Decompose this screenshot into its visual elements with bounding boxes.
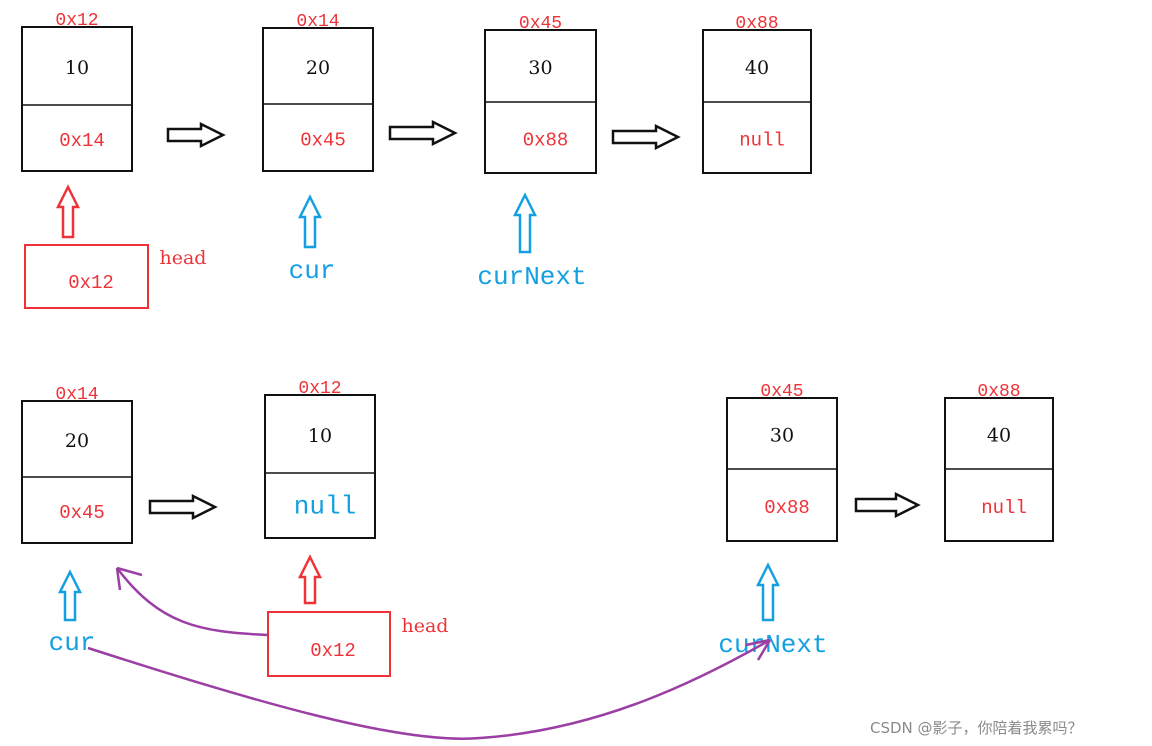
head-to-node-curve xyxy=(116,567,269,637)
node-value: 30 xyxy=(528,57,552,79)
node-next: 0x88 xyxy=(764,497,810,519)
next-arrow xyxy=(166,121,226,149)
next-arrow xyxy=(611,123,681,151)
cur-next-label: curNext xyxy=(718,630,827,660)
cur-pointer-arrow xyxy=(57,569,83,622)
node-value: 30 xyxy=(770,425,794,447)
node-address: 0x45 xyxy=(519,14,562,34)
head-value: 0x12 xyxy=(310,640,356,662)
linked-list-diagram: 0x12 10 0x14 0x14 20 0x45 0x45 30 0x88 0x88 40 null… xyxy=(0,0,1152,746)
node-next: 0x45 xyxy=(300,130,346,152)
cur-label: cur xyxy=(289,256,336,286)
head-label: head xyxy=(402,615,449,637)
node-next: null xyxy=(981,497,1027,519)
cur-next-pointer-arrow xyxy=(755,562,781,622)
node-address: 0x12 xyxy=(55,11,98,31)
node-value: 40 xyxy=(745,57,769,79)
next-arrow xyxy=(854,491,921,519)
node-address: 0x88 xyxy=(735,14,778,34)
head-value: 0x12 xyxy=(68,272,114,294)
node-address: 0x14 xyxy=(296,12,339,32)
cur-next-pointer-arrow xyxy=(512,192,538,254)
node-next: 0x45 xyxy=(59,502,105,524)
node-value: 10 xyxy=(65,57,89,79)
next-arrow xyxy=(148,493,218,521)
node-address: 0x14 xyxy=(55,385,98,405)
node-value: 40 xyxy=(987,425,1011,447)
node-value: 20 xyxy=(306,57,330,79)
cur-label: cur xyxy=(49,628,96,658)
node-next: 0x88 xyxy=(523,130,569,152)
cur-pointer-arrow xyxy=(297,194,323,249)
head-label: head xyxy=(160,247,207,269)
cur-next-label: curNext xyxy=(477,262,586,292)
diagram-canvas: 0x12 10 0x14 0x14 20 0x45 0x45 30 0x88 0x88 40 null… xyxy=(21,11,1054,740)
node-value: 20 xyxy=(65,430,89,452)
node-next: 0x14 xyxy=(59,130,105,152)
node-address: 0x88 xyxy=(977,382,1020,402)
node-value: 10 xyxy=(308,425,332,447)
node-next: null xyxy=(739,130,785,152)
head-pointer-arrow xyxy=(55,184,81,239)
node-address: 0x12 xyxy=(298,379,341,399)
node-next: null xyxy=(294,492,356,522)
next-arrow xyxy=(388,119,458,147)
watermark: CSDN @影子，你陪着我累吗？ xyxy=(870,719,1083,737)
cur-to-curnext-curve xyxy=(87,638,771,740)
node-address: 0x45 xyxy=(760,382,803,402)
head-pointer-arrow xyxy=(297,554,323,605)
